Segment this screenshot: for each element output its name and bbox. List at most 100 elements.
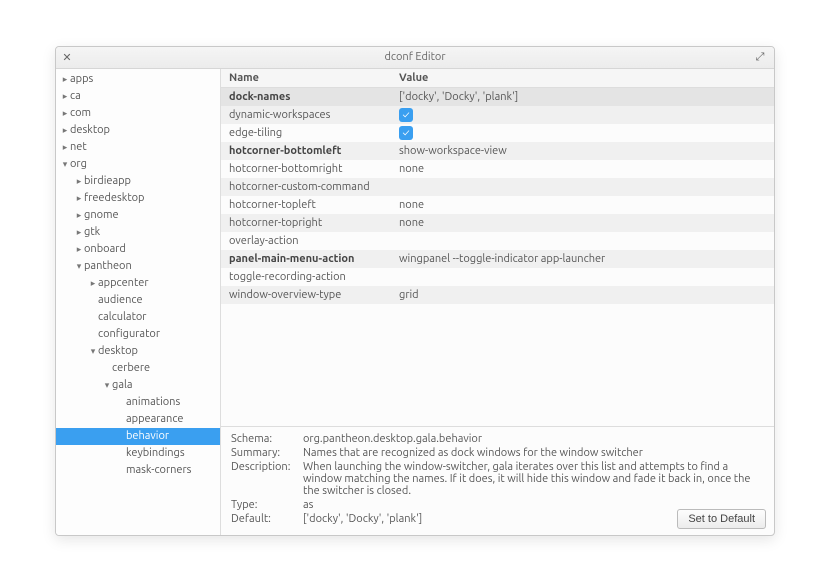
table-row[interactable]: window-overview-typegrid <box>221 286 774 304</box>
close-icon[interactable]: ✕ <box>56 51 78 64</box>
tree-item-label: com <box>70 107 91 119</box>
table-row[interactable]: hotcorner-bottomrightnone <box>221 160 774 178</box>
tree-item-label: desktop <box>98 345 138 357</box>
tree-item-label: apps <box>70 73 93 85</box>
chevron-down-icon: ▾ <box>88 346 98 357</box>
tree-item-label: gtk <box>84 226 100 238</box>
table-row[interactable]: hotcorner-topleftnone <box>221 196 774 214</box>
setting-value[interactable] <box>391 232 774 250</box>
tree-item-label: cerbere <box>112 362 150 374</box>
setting-name: dock-names <box>221 88 391 106</box>
setting-name: edge-tiling <box>221 124 391 142</box>
setting-value[interactable]: ['docky', 'Docky', 'plank'] <box>391 88 774 106</box>
setting-value[interactable] <box>391 268 774 286</box>
chevron-right-icon: ▸ <box>74 227 84 238</box>
setting-name: hotcorner-topright <box>221 214 391 232</box>
type-label: Type: <box>231 499 303 511</box>
tree-item-configurator[interactable]: configurator <box>56 326 220 343</box>
tree-item-appearance[interactable]: appearance <box>56 411 220 428</box>
maximize-icon[interactable]: ⤢ <box>750 51 770 64</box>
setting-value[interactable]: show-workspace-view <box>391 142 774 160</box>
tree-item-apps[interactable]: ▸apps <box>56 71 220 88</box>
table-row[interactable]: panel-main-menu-actionwingpanel --toggle… <box>221 250 774 268</box>
chevron-down-icon: ▾ <box>74 261 84 272</box>
setting-name: window-overview-type <box>221 286 391 304</box>
checkbox-checked-icon[interactable]: ✓ <box>399 108 413 122</box>
checkbox-checked-icon[interactable]: ✓ <box>399 126 413 140</box>
tree-item-label: gala <box>112 379 133 391</box>
tree-item-org[interactable]: ▾org <box>56 156 220 173</box>
tree-item-freedesktop[interactable]: ▸freedesktop <box>56 190 220 207</box>
table-row[interactable]: dynamic-workspaces ✓ <box>221 106 774 124</box>
setting-value[interactable]: wingpanel --toggle-indicator app-launche… <box>391 250 774 268</box>
settings-table: Name Value dock-names['docky', 'Docky', … <box>221 69 774 426</box>
set-to-default-button[interactable]: Set to Default <box>677 509 766 529</box>
setting-name: dynamic-workspaces <box>221 106 391 124</box>
chevron-right-icon: ▸ <box>60 108 70 119</box>
tree-item-cerbere[interactable]: cerbere <box>56 360 220 377</box>
setting-value[interactable]: none <box>391 214 774 232</box>
tree-item-label: pantheon <box>84 260 132 272</box>
setting-name: overlay-action <box>221 232 391 250</box>
tree-item-label: desktop <box>70 124 110 136</box>
setting-value[interactable]: none <box>391 160 774 178</box>
table-row[interactable]: dock-names['docky', 'Docky', 'plank'] <box>221 88 774 106</box>
tree-item-audience[interactable]: audience <box>56 292 220 309</box>
chevron-right-icon: ▸ <box>74 193 84 204</box>
table-row[interactable]: hotcorner-toprightnone <box>221 214 774 232</box>
chevron-right-icon: ▸ <box>60 142 70 153</box>
tree-item-desktop[interactable]: ▸desktop <box>56 122 220 139</box>
tree-item-com[interactable]: ▸com <box>56 105 220 122</box>
tree-item-pantheon[interactable]: ▾pantheon <box>56 258 220 275</box>
tree-item-behavior[interactable]: behavior <box>56 428 220 445</box>
tree-item-net[interactable]: ▸net <box>56 139 220 156</box>
tree-item-onboard[interactable]: ▸onboard <box>56 241 220 258</box>
tree-item-label: configurator <box>98 328 160 340</box>
chevron-right-icon: ▸ <box>74 244 84 255</box>
setting-value[interactable]: none <box>391 196 774 214</box>
setting-name: hotcorner-bottomleft <box>221 142 391 160</box>
tree-item-label: ca <box>70 90 81 102</box>
tree-item-animations[interactable]: animations <box>56 394 220 411</box>
chevron-right-icon: ▸ <box>60 125 70 136</box>
setting-value[interactable] <box>391 178 774 196</box>
table-row[interactable]: edge-tiling ✓ <box>221 124 774 142</box>
tree-item-gala[interactable]: ▾gala <box>56 377 220 394</box>
tree-item-label: freedesktop <box>84 192 145 204</box>
tree-item-ca[interactable]: ▸ca <box>56 88 220 105</box>
tree-item-label: animations <box>126 396 180 408</box>
schema-label: Schema: <box>231 433 303 445</box>
tree-item-appcenter[interactable]: ▸appcenter <box>56 275 220 292</box>
table-row[interactable]: overlay-action <box>221 232 774 250</box>
setting-value[interactable]: ✓ <box>391 106 774 124</box>
tree-item-gtk[interactable]: ▸gtk <box>56 224 220 241</box>
table-row[interactable]: hotcorner-custom-command <box>221 178 774 196</box>
col-value[interactable]: Value <box>391 69 774 88</box>
tree-item-calculator[interactable]: calculator <box>56 309 220 326</box>
col-name[interactable]: Name <box>221 69 391 88</box>
tree-sidebar[interactable]: ▸apps▸ca▸com▸desktop▸net▾org▸birdieapp▸f… <box>56 69 221 535</box>
chevron-right-icon: ▸ <box>60 74 70 85</box>
tree-item-label: appearance <box>126 413 184 425</box>
chevron-down-icon: ▾ <box>60 159 70 170</box>
description-label: Description: <box>231 461 303 497</box>
tree-item-label: mask-corners <box>126 464 191 476</box>
table-row[interactable]: toggle-recording-action <box>221 268 774 286</box>
table-row[interactable]: hotcorner-bottomleftshow-workspace-view <box>221 142 774 160</box>
tree-item-mask-corners[interactable]: mask-corners <box>56 462 220 479</box>
tree-item-keybindings[interactable]: keybindings <box>56 445 220 462</box>
tree-item-label: appcenter <box>98 277 149 289</box>
tree-item-label: birdieapp <box>84 175 131 187</box>
tree-item-desktop[interactable]: ▾desktop <box>56 343 220 360</box>
tree-item-label: keybindings <box>126 447 185 459</box>
tree-item-birdieapp[interactable]: ▸birdieapp <box>56 173 220 190</box>
setting-name: hotcorner-topleft <box>221 196 391 214</box>
tree-item-gnome[interactable]: ▸gnome <box>56 207 220 224</box>
tree-item-label: gnome <box>84 209 119 221</box>
main-pane: Name Value dock-names['docky', 'Docky', … <box>221 69 774 535</box>
setting-value[interactable]: ✓ <box>391 124 774 142</box>
setting-name: hotcorner-custom-command <box>221 178 391 196</box>
setting-value[interactable]: grid <box>391 286 774 304</box>
app-window: ✕ dconf Editor ⤢ ▸apps▸ca▸com▸desktop▸ne… <box>55 46 775 536</box>
window-title: dconf Editor <box>56 51 774 63</box>
